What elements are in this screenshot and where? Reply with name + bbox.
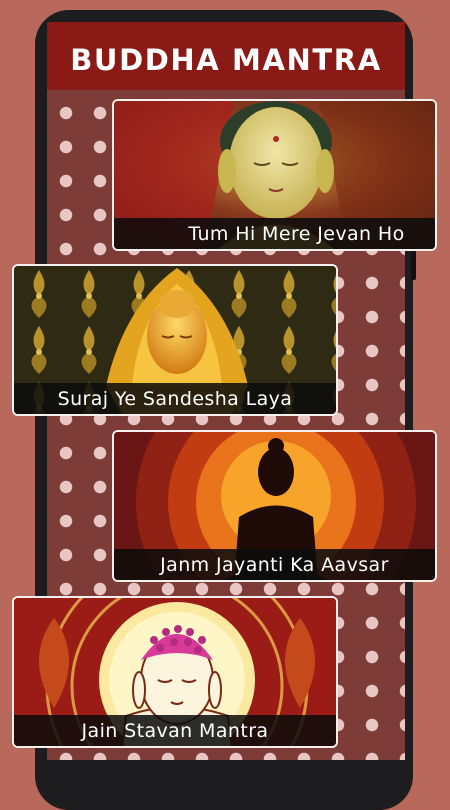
app-title: BUDDHA MANTRA [70,43,382,77]
card-2-title: Suraj Ye Sandesha Laya [14,383,336,414]
mantra-card-1[interactable]: Tum Hi Mere Jevan Ho [112,99,437,251]
mantra-card-4[interactable]: Jain Stavan Mantra [12,596,338,748]
card-1-title: Tum Hi Mere Jevan Ho [114,218,435,249]
card-4-title: Jain Stavan Mantra [14,715,336,746]
mantra-card-2[interactable]: Suraj Ye Sandesha Laya [12,264,338,416]
mantra-card-3[interactable]: Janm Jayanti Ka Aavsar [112,430,437,582]
card-3-title: Janm Jayanti Ka Aavsar [114,549,435,580]
app-bar: BUDDHA MANTRA [47,22,405,90]
